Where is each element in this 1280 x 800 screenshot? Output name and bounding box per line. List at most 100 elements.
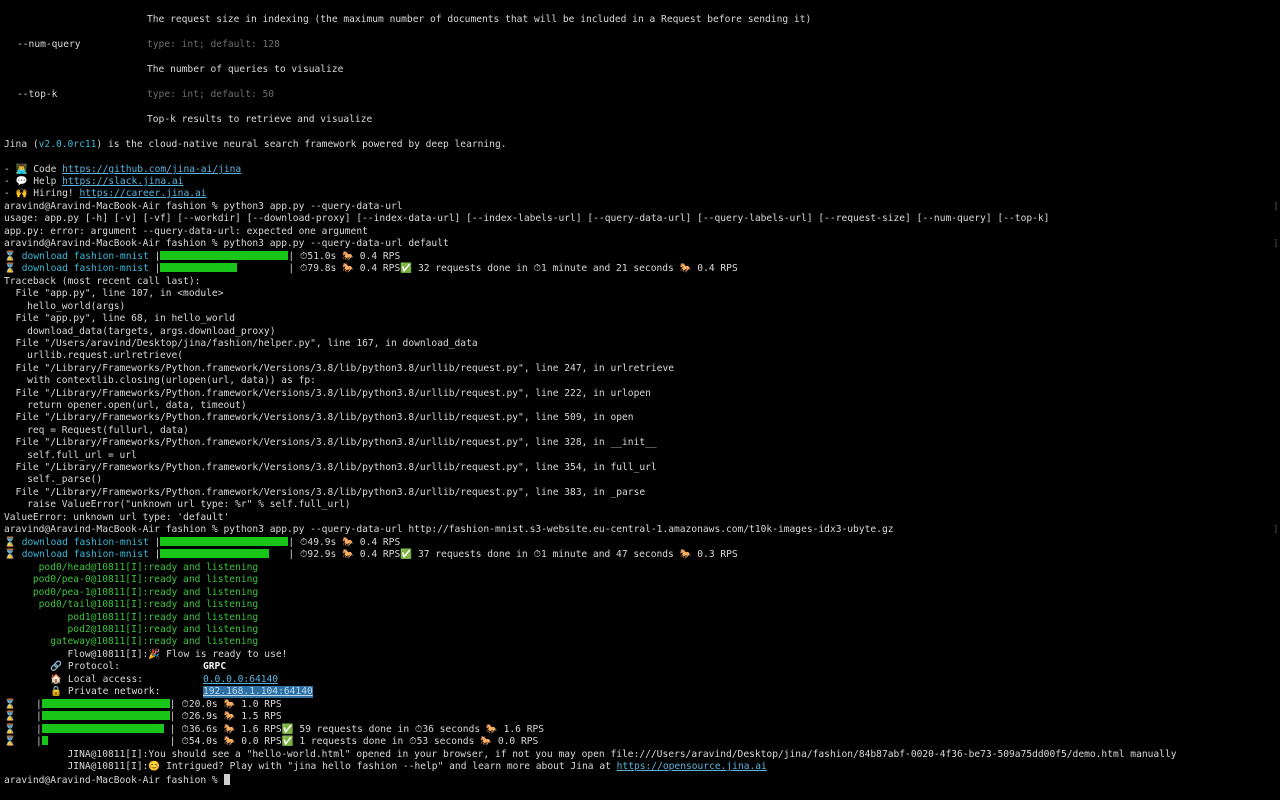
progress-bar bbox=[41, 736, 48, 746]
query-progress-row: ⌛ | | ⏱20.0s 🐎 1.0 RPS bbox=[4, 699, 282, 710]
progress-bar bbox=[160, 537, 289, 546]
prompt-final[interactable]: aravind@Aravind-MacBook-Air fashion % bbox=[4, 774, 230, 787]
traceback-line: self.full_url = url bbox=[4, 449, 137, 461]
pod-status-line: gateway@10811[I]:ready and listening bbox=[4, 636, 259, 648]
download-stats: ⏱92.9s 🐎 0.4 RPS✅ 37 requests done in ⏱1… bbox=[299, 549, 738, 560]
traceback-line: self._parse() bbox=[4, 474, 103, 486]
jina-message-2: JINA@10811[I]:😊 Intrigued? Play with "ji… bbox=[4, 761, 767, 773]
progress-bar bbox=[160, 251, 289, 260]
hourglass-icon: ⌛ bbox=[4, 537, 22, 548]
pod-status-line: pod1@10811[I]:ready and listening bbox=[4, 611, 259, 623]
progress-stats: ⏱26.9s 🐎 1.5 RPS bbox=[181, 711, 282, 723]
help-top-k-flag: --top-k bbox=[17, 89, 58, 100]
traceback-line: File "/Library/Frameworks/Python.framewo… bbox=[4, 437, 657, 449]
download-row: ⌛ download fashion-mnist | | ⏱49.9s 🐎 0.4… bbox=[4, 537, 401, 548]
download-row: ⌛ download fashion-mnist | | ⏱51.0s 🐎 0.4… bbox=[4, 251, 401, 262]
help-top-k-type: type: int; default: 50 bbox=[147, 89, 275, 100]
progress-track bbox=[41, 736, 170, 748]
private-network-label: 🔒 Private network: bbox=[4, 686, 161, 697]
download-stats: ⏱79.8s 🐎 0.4 RPS✅ 32 requests done in ⏱1… bbox=[299, 263, 738, 274]
prompt-run2: aravind@Aravind-MacBook-Air fashion % py… bbox=[4, 238, 449, 249]
traceback-line: File "/Library/Frameworks/Python.framewo… bbox=[4, 387, 651, 399]
pod-status-line: pod2@10811[I]:ready and listening bbox=[4, 624, 259, 635]
progress-bar bbox=[41, 723, 164, 733]
local-access-label: 🏠 Local access: bbox=[4, 674, 144, 685]
progress-bar bbox=[41, 711, 170, 721]
hiring-link[interactable]: https://career.jina.ai bbox=[79, 188, 206, 199]
progress-stats: ⏱36.6s 🐎 1.6 RPS✅ 59 requests done in ⏱3… bbox=[181, 723, 545, 735]
traceback-line: req = Request(fullurl, data) bbox=[4, 424, 189, 436]
protocol-value: GRPC bbox=[203, 661, 227, 672]
usage-line: usage: app.py [-h] [-v] [-vf] [--workdir… bbox=[4, 213, 1050, 224]
pod-status-line: pod0/pea-1@10811[I]:ready and listening bbox=[4, 586, 259, 598]
pod-status-line: pod0/tail@10811[I]:ready and listening bbox=[4, 599, 259, 611]
download-row: ⌛ download fashion-mnist | | ⏱92.9s 🐎 0.4… bbox=[4, 549, 738, 560]
download-label: download fashion-mnist bbox=[21, 537, 149, 548]
hiring-label: - 🙌 Hiring! bbox=[4, 188, 80, 199]
flow-ready-line: Flow@10811[I]:🎉 Flow is ready to use! bbox=[4, 649, 288, 660]
traceback-line: ValueError: unknown url type: 'default' bbox=[4, 511, 230, 523]
banner-hiring-line: - 🙌 Hiring! https://career.jina.ai bbox=[4, 188, 207, 200]
local-access-line: 🏠 Local access: 0.0.0.0:64140 bbox=[4, 674, 278, 686]
jina-banner: Jina (v2.0.0rc11) is the cloud-native ne… bbox=[4, 139, 507, 151]
protocol-line: 🔗 Protocol: GRPC bbox=[4, 661, 226, 673]
prompt-run1: aravind@Aravind-MacBook-Air fashion % py… bbox=[4, 201, 403, 212]
prompt-text: aravind@Aravind-MacBook-Air fashion % bbox=[4, 775, 224, 786]
query-progress-row: ⌛ | | ⏱36.6s 🐎 1.6 RPS✅ 59 requests done i… bbox=[4, 723, 545, 735]
traceback-line: download_data(targets, args.download_pro… bbox=[4, 325, 276, 337]
traceback-line: File "/Users/aravind/Desktop/jina/fashio… bbox=[4, 338, 478, 349]
progress-track bbox=[41, 699, 170, 711]
traceback-line: return opener.open(url, data, timeout) bbox=[4, 400, 247, 411]
banner-pre: Jina ( bbox=[4, 139, 39, 150]
code-label: - 👨‍💻 Code bbox=[4, 164, 63, 175]
traceback-line: File "/Library/Frameworks/Python.framewo… bbox=[4, 412, 634, 424]
progress-stats: ⏱20.0s 🐎 1.0 RPS bbox=[181, 699, 282, 710]
scroll-marker-icon: ] bbox=[1273, 525, 1279, 535]
help-link[interactable]: https://slack.jina.ai bbox=[62, 176, 183, 187]
text-cursor bbox=[223, 774, 230, 785]
hourglass-icon: ⌛ bbox=[4, 711, 16, 723]
private-network-line: 🔒 Private network: 192.168.1.104:64140 bbox=[4, 686, 313, 698]
traceback-line: urllib.request.urlretrieve( bbox=[4, 350, 184, 362]
progress-track bbox=[41, 711, 170, 723]
jina-message-1: JINA@10811[I]:You should see a "hello-wo… bbox=[4, 749, 1177, 760]
query-progress-row: ⌛ | | ⏱26.9s 🐎 1.5 RPS bbox=[4, 711, 282, 723]
download-label: download fashion-mnist bbox=[21, 263, 149, 274]
download-stats: ⏱49.9s 🐎 0.4 RPS bbox=[299, 537, 401, 548]
private-network-link[interactable]: 192.168.1.104:64140 bbox=[203, 686, 313, 698]
terminal-window[interactable]: The request size in indexing (the maximu… bbox=[0, 0, 1280, 800]
help-num-query-flag: --num-query bbox=[17, 39, 81, 50]
progress-track bbox=[41, 723, 170, 736]
download-row: ⌛ download fashion-mnist | | ⏱79.8s 🐎 0.4… bbox=[4, 263, 738, 275]
jina-version: v2.0.0rc11 bbox=[38, 139, 97, 150]
hourglass-icon: ⌛ bbox=[4, 251, 22, 262]
traceback-line: File "app.py", line 68, in hello_world bbox=[4, 313, 236, 325]
help-request-size-desc: The request size in indexing (the maximu… bbox=[147, 14, 812, 25]
pod-status-line: pod0/head@10811[I]:ready and listening bbox=[4, 562, 259, 573]
protocol-label: 🔗 Protocol: bbox=[4, 661, 120, 672]
hourglass-icon: ⌛ bbox=[4, 263, 22, 274]
banner-code-line: - 👨‍💻 Code https://github.com/jina-ai/ji… bbox=[4, 164, 241, 176]
traceback-line: File "/Library/Frameworks/Python.framewo… bbox=[4, 462, 657, 473]
progress-bar bbox=[41, 699, 170, 708]
help-num-query-type: type: int; default: 128 bbox=[147, 39, 280, 50]
opensource-link[interactable]: https://opensource.jina.ai bbox=[617, 761, 767, 772]
traceback-line: File "app.py", line 107, in <module> bbox=[4, 288, 224, 300]
code-link[interactable]: https://github.com/jina-ai/jina bbox=[62, 164, 241, 175]
help-top-k-desc: Top-k results to retrieve and visualize bbox=[147, 114, 373, 125]
pod-status-line: pod0/pea-0@10811[I]:ready and listening bbox=[4, 574, 259, 586]
download-stats: ⏱51.0s 🐎 0.4 RPS bbox=[299, 251, 401, 262]
local-access-link[interactable]: 0.0.0.0:64140 bbox=[203, 674, 278, 686]
scroll-marker-icon: ] bbox=[1273, 239, 1279, 249]
traceback-line: Traceback (most recent call last): bbox=[4, 276, 201, 287]
traceback-line: hello_world(args) bbox=[4, 300, 126, 312]
banner-post: ) is the cloud-native neural search fram… bbox=[96, 139, 507, 150]
query-progress-row: ⌛ | | ⏱54.0s 🐎 0.0 RPS✅ 1 requests done in… bbox=[4, 736, 539, 748]
scroll-marker-icon: ] bbox=[1273, 202, 1279, 212]
traceback-line: raise ValueError("unknown url type: %r" … bbox=[4, 499, 351, 511]
progress-track bbox=[160, 263, 288, 275]
help-num-query-desc: The number of queries to visualize bbox=[147, 64, 344, 75]
download-label: download fashion-mnist bbox=[21, 251, 149, 262]
progress-bar bbox=[160, 263, 238, 272]
jina-message-2-text: JINA@10811[I]:😊 Intrigued? Play with "ji… bbox=[4, 761, 617, 772]
